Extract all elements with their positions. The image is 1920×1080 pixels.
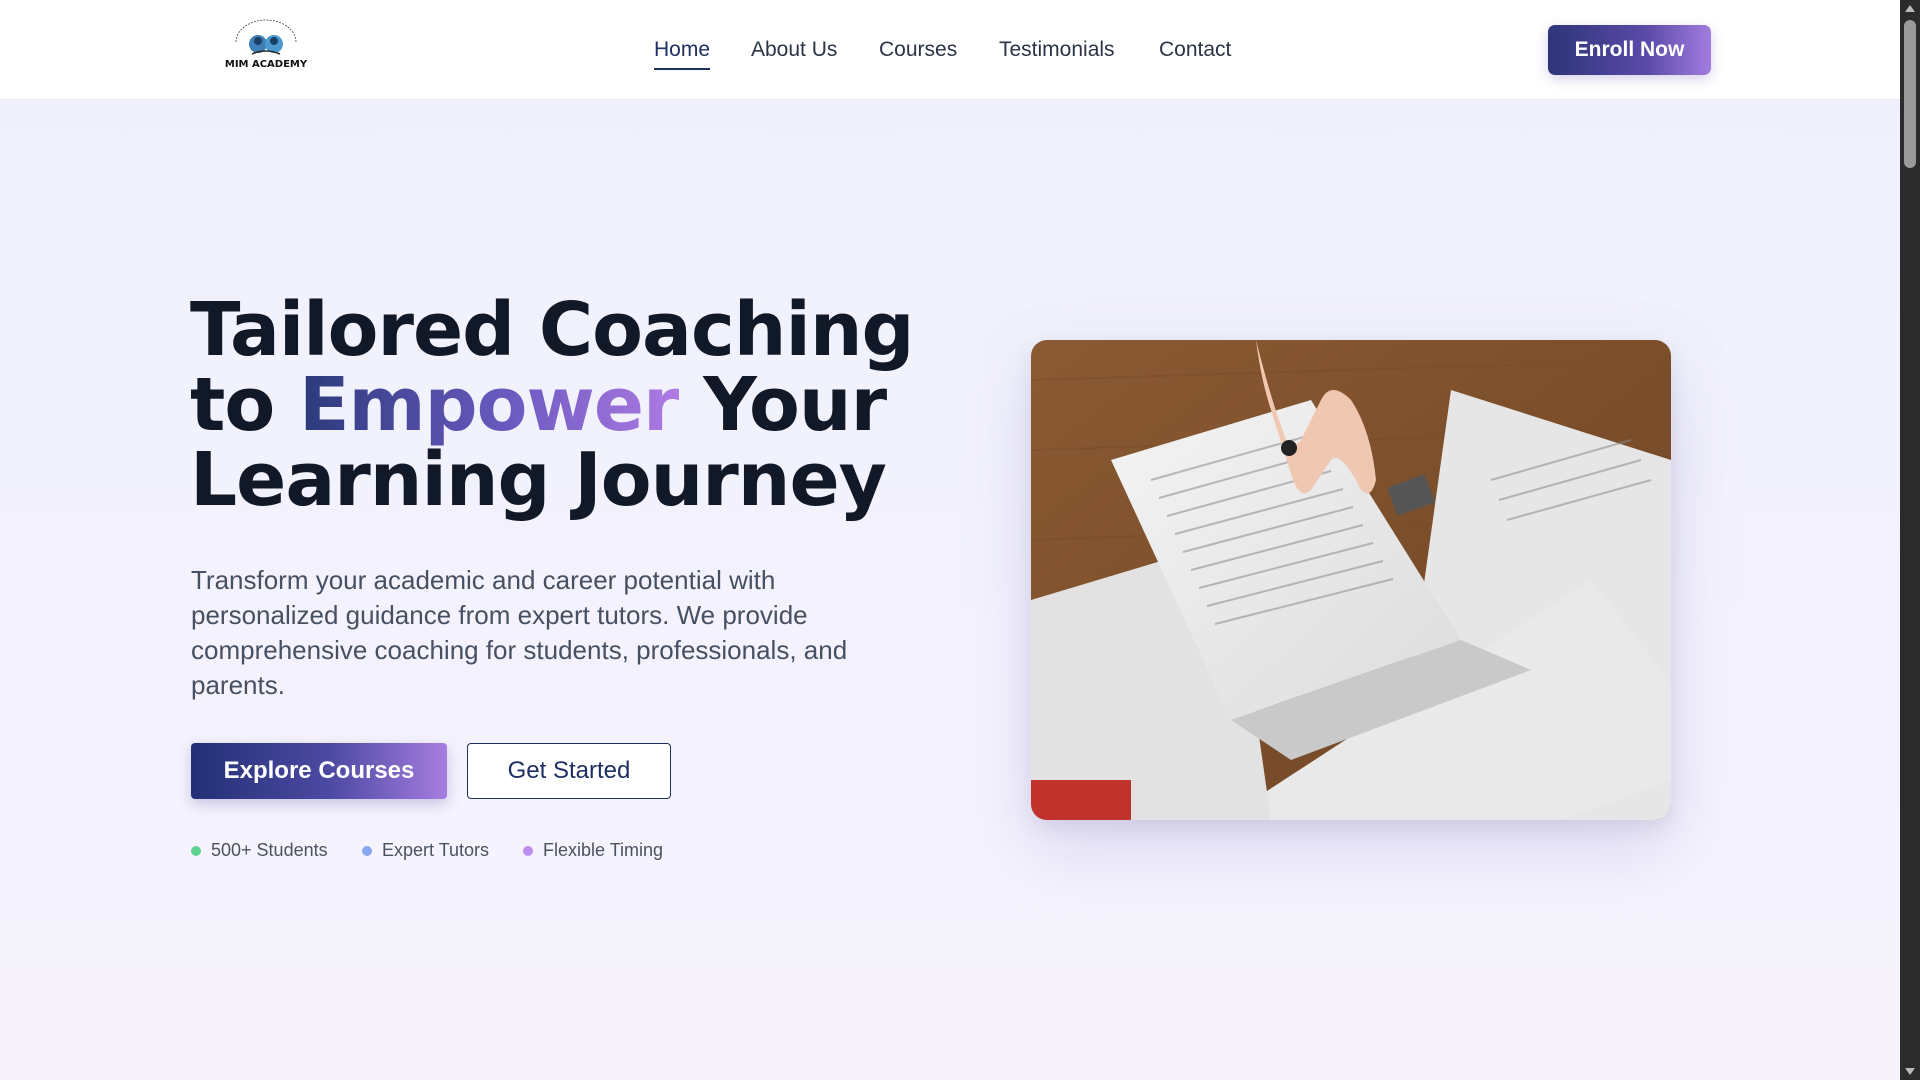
scroll-up-icon[interactable] <box>1905 5 1915 12</box>
hero-title-your: Your <box>703 362 887 448</box>
stat-timing: Flexible Timing <box>523 840 663 861</box>
open-book-icon <box>1031 340 1671 820</box>
nav-contact[interactable]: Contact <box>1159 38 1231 62</box>
stat-students: 500+ Students <box>191 840 328 861</box>
stat-label: Expert Tutors <box>382 840 490 860</box>
nav-courses[interactable]: Courses <box>879 38 957 62</box>
landing-page: MIM ACADEMY Home About Us Courses Testim… <box>0 0 1920 1080</box>
hero-title-line3: Learning Journey <box>190 437 887 523</box>
nav-home[interactable]: Home <box>654 38 711 70</box>
svg-text:MIM ACADEMY: MIM ACADEMY <box>225 59 308 70</box>
site-header: MIM ACADEMY Home About Us Courses Testim… <box>0 0 1900 100</box>
nav-testimonials[interactable]: Testimonials <box>999 38 1115 62</box>
explore-courses-button[interactable]: Explore Courses <box>191 743 447 799</box>
hero-image <box>1031 340 1671 820</box>
blue-dot-icon <box>362 845 372 856</box>
stat-label: Flexible Timing <box>543 840 664 860</box>
stat-label: 500+ Students <box>211 840 328 860</box>
academy-logo-icon[interactable]: MIM ACADEMY <box>222 18 310 74</box>
enroll-now-button[interactable]: Enroll Now <box>1548 25 1711 75</box>
hero-title: Tailored Coaching to Empower Your Learni… <box>190 293 950 518</box>
scroll-down-icon[interactable] <box>1905 1068 1915 1075</box>
green-dot-icon <box>191 845 201 856</box>
stat-tutors: Expert Tutors <box>362 840 489 861</box>
scroll-thumb[interactable] <box>1904 20 1916 168</box>
hero-description: Transform your academic and career poten… <box>191 565 848 700</box>
nav-about-us[interactable]: About Us <box>751 38 837 62</box>
page-scrollbar[interactable] <box>1900 0 1920 1080</box>
purple-dot-icon <box>523 845 533 856</box>
hero-title-to: to <box>190 362 275 448</box>
get-started-button[interactable]: Get Started <box>467 743 671 799</box>
hero-title-line1: Tailored Coaching <box>190 287 915 373</box>
hero-title-accent: Empower <box>298 362 680 448</box>
